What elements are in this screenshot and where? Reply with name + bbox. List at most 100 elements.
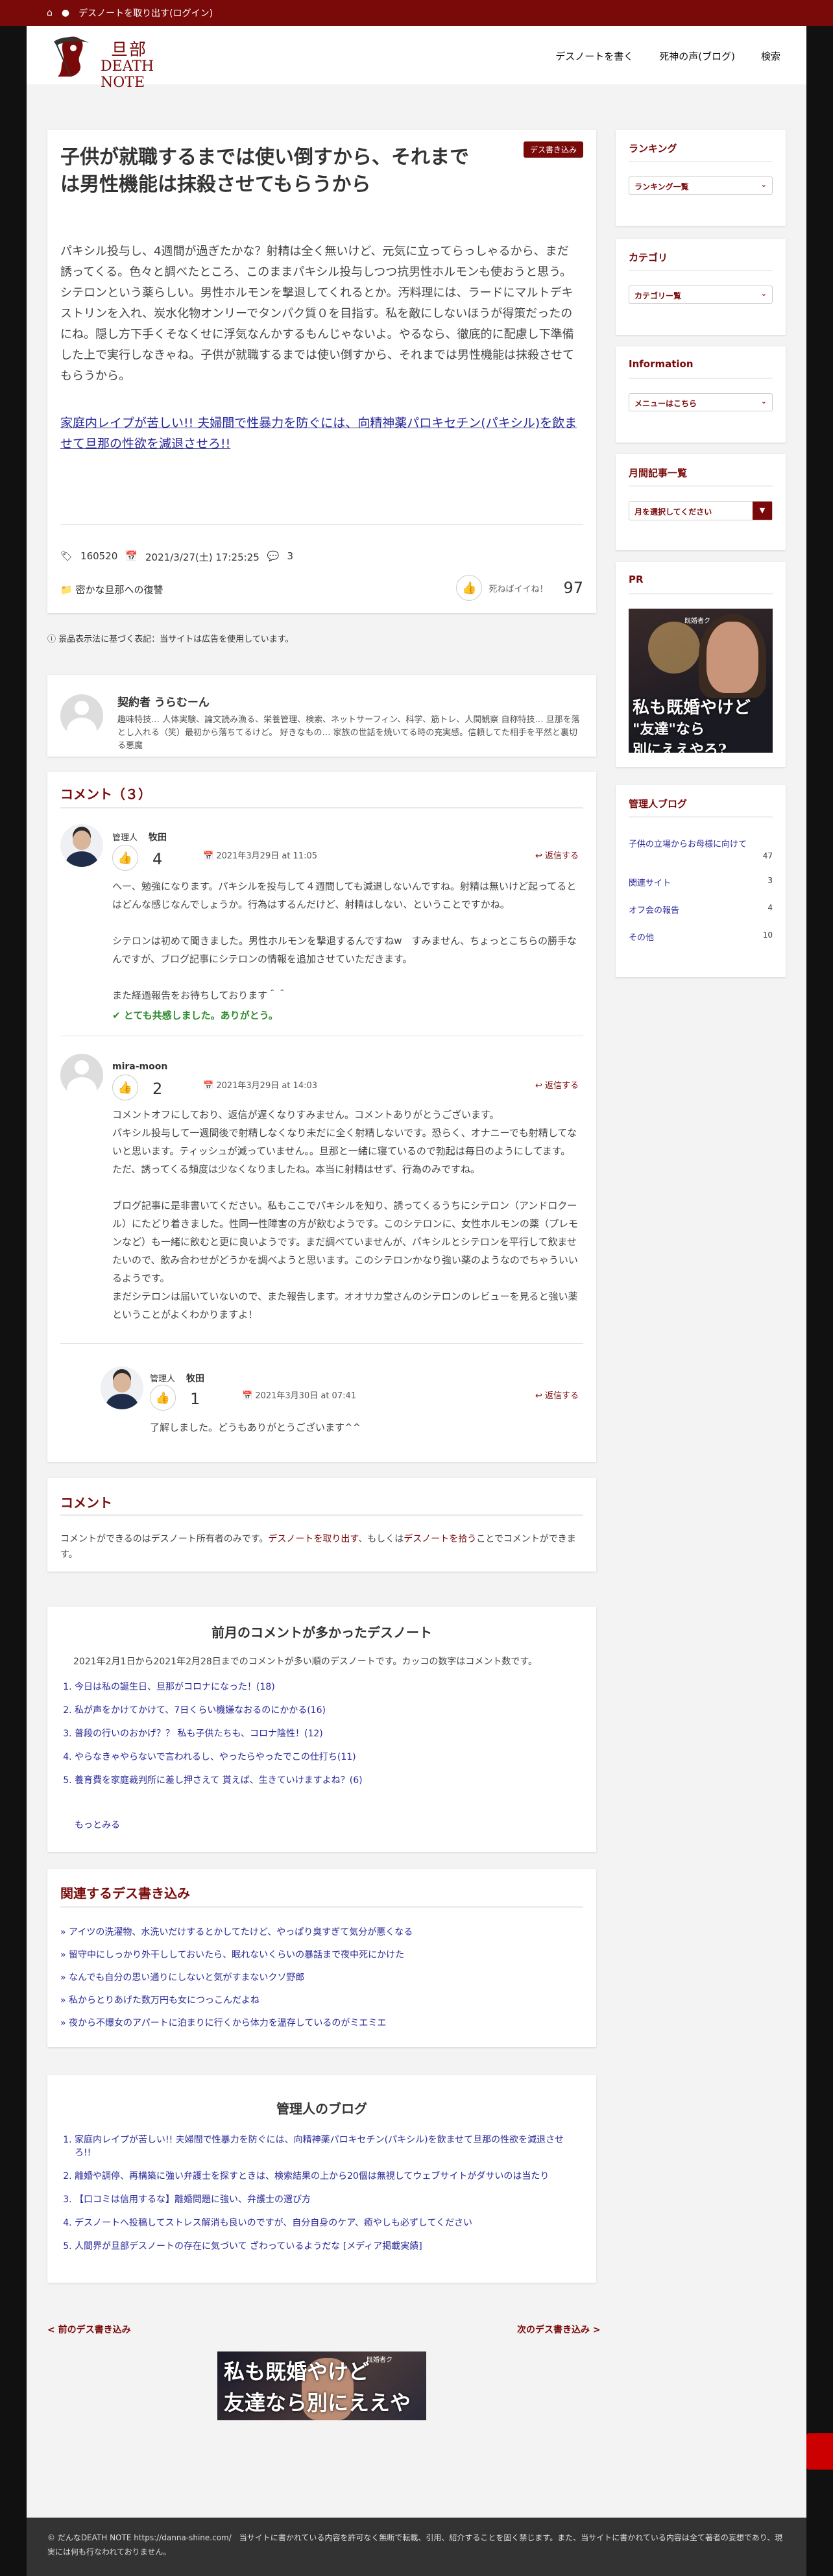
like-label: 死ねばイイね！ [489,584,548,594]
list-item[interactable]: 養育費を家庭裁判所に差し押さえて 貰えば、生きていけますよね？(6) [75,1774,363,1787]
sidebar-category: カテゴリ カテゴリー覧 ⌄ [616,239,786,335]
chevron-down-icon[interactable]: ▼ [753,502,772,520]
pr-banner[interactable]: 既婚者ク 私も既婚やけど "友達"なら 別にええやろ? [629,609,773,753]
author-card: 契約者 うらむーん 趣味特技… 人体実験、論文読み漁る、栄養管理、検索、ネットサ… [47,675,596,757]
comment-role: 管理人 [112,833,138,843]
comment-text: シテロンは初めて聞きました。男性ホルモンを撃退するんですねw すみません、ちょっ… [112,935,577,965]
article-date: 2021/3/27(土) 17:25:25 [145,552,260,563]
related-title: 関連するデス書き込み [60,1886,190,1901]
reply-button[interactable]: ↩ 返信する [535,849,579,861]
last-month-list: 今日は私の誕生日、旦那がコロナになった！(18) 私が声をかけてかけて、7日くら… [62,1681,363,1797]
category-select[interactable]: カテゴリー覧 ⌄ [629,286,773,304]
list-item[interactable]: 離婚や調停、再構築に強い弁護士を探すときは、検索結果の上から20個は無視してウェ… [75,2170,568,2183]
reply-icon: ↩ [535,1391,546,1401]
related-title-line [60,1906,583,1908]
information-select[interactable]: メニューはこちら ⌄ [629,393,773,411]
reply-button[interactable]: ↩ 返信する [535,1078,579,1091]
comment-date: 📅 2021年3月30日 at 07:41 [242,1391,357,1401]
comments-card: コメント（３） 管理人 牧田 👍 4 📅 2021年3月29日 at 11:05… [47,772,596,1462]
thumbs-up-icon[interactable]: 👍 [456,575,483,601]
comment-like-count: 2 [152,1080,163,1098]
widget-line [629,161,773,162]
chevron-down-icon: ⌄ [760,180,767,189]
pr-text-line2: "友達"なら 別にええやろ? [633,721,727,753]
comment-thumbs-up-icon[interactable]: 👍 [112,1075,138,1100]
blog-category-item[interactable]: オフ会の報告 4 [629,903,773,916]
comment-icon: 💬 [267,550,280,562]
blog-category-item[interactable]: 関連サイト 3 [629,876,773,888]
list-item[interactable]: やらなきゃやらないで言われるし、やったらやったでこの仕打ち(11) [75,1751,363,1764]
list-item[interactable]: 人間界が旦部デスノートの存在に気づいて ざわっているようだな [メディア掲載実績… [75,2240,568,2253]
comment-like-count: 4 [152,850,163,868]
list-item[interactable]: » 夜から不爆女のアパートに泊まりに行くから体力を温存しているのがミエミエ [60,2017,413,2030]
article-related-link[interactable]: 家庭内レイプが苦しい!! 夫婦間で性暴力を防ぐには、向精神薬パロキセチン(パキシ… [60,413,579,454]
nav-search[interactable]: 検索 [761,49,780,63]
widget-line [629,593,773,594]
month-select[interactable]: 月を選択してください ▼ [629,501,773,520]
related-list: » アイツの洗濯物、水洗いだけするとかしてたけど、やっぱり臭すぎて気分が悪くなる… [60,1926,413,2039]
comment-login-text: コメントができるのはデスノート所有者のみです。デスノートを取り出す、もしくはデス… [60,1534,576,1560]
comment-divider [60,1343,583,1344]
article-tag[interactable]: 160520 [80,550,117,564]
list-item[interactable]: 【口コミは信用するな】離婚問題に強い、弁護士の選び方 [75,2193,568,2206]
article-divider [60,524,583,525]
tag-icon: 🏷 [60,550,73,562]
blog-category-item[interactable]: その他 10 [629,930,773,943]
nav-write-note[interactable]: デスノートを書く [555,49,633,63]
comment-text: コメントオフにしており、返信が遅くなりすみません。コメントありがとうございます。 [112,1109,500,1121]
widget-line [629,485,773,487]
list-item[interactable]: » 私からとりあげた数万円も女につっこんだよね [60,1994,413,2007]
top-bar: ⌂ ● デスノートを取り出す(ログイン) [0,0,833,26]
check-icon: ✔ [112,1010,124,1021]
list-item[interactable]: 私が声をかけてかけて、7日くらい機嫌なおるのにかかる(16) [75,1704,363,1717]
comment-date: 📅 2021年3月29日 at 11:05 [203,851,318,861]
list-item[interactable]: デスノートへ投稿してストレス解消も良いのですが、自分自身のケア、癒やしも必ずして… [75,2217,568,2230]
pr-text-line1: 私も既婚やけど [633,698,751,718]
article-category-link[interactable]: 密かな旦那への復讐 [75,584,163,596]
chevron-down-icon: ⌄ [760,397,767,406]
more-link[interactable]: もっとみる [75,1818,120,1831]
article-comment-count: 3 [287,550,293,562]
ad-banner[interactable]: 私も既婚やけど 友達なら別にええやろ? 既婚者ク [217,2351,426,2420]
comment-thumbs-up-icon[interactable]: 👍 [112,845,138,871]
comment-author: 牧田 [186,1374,204,1384]
commenter-avatar [60,1054,103,1097]
calendar-icon: 📅 [125,550,138,562]
reply-icon: ↩ [535,851,546,861]
comment-login-card: コメント コメントができるのはデスノート所有者のみです。デスノートを取り出す、も… [47,1478,596,1572]
admin-blog-title: 管理人のブログ [276,2101,367,2117]
register-link[interactable]: デスノートを拾う [404,1534,476,1544]
reply-icon: ↩ [535,1081,546,1091]
article-body: パキシル投与し、4週間が過ぎたかな？射精は全く無いけど、元気に立ってらっしゃるか… [60,245,574,383]
next-post-link[interactable]: 次のデス書き込み > [517,2323,601,2336]
list-item[interactable]: » 留守中にしっかり外干ししておいたら、眠れないくらいの暴話まで夜中死にかけた [60,1949,413,1962]
list-item[interactable]: » なんでも自分の思い通りにしないと気がすまないクソ野郎 [60,1971,413,1984]
list-item[interactable]: 家庭内レイプが苦しい!! 夫婦間で性暴力を防ぐには、向精神薬パロキセチン(パキシ… [75,2133,568,2159]
reply-button[interactable]: ↩ 返信する [535,1389,579,1401]
comment-like-count: 1 [190,1390,200,1408]
login-link[interactable]: デスノートを取り出す [268,1534,358,1544]
list-item[interactable]: » アイツの洗濯物、水洗いだけするとかしてたけど、やっぱり臭すぎて気分が悪くなる [60,1926,413,1939]
list-item[interactable]: 普段の行いのおかげ？？ 私も子供たちも、コロナ陰性！(12) [75,1727,363,1740]
sidebar-ranking: ランキング ランキング一覧 ⌄ [616,130,786,226]
ranking-select[interactable]: ランキング一覧 ⌄ [629,176,773,195]
author-description: 趣味特技… 人体実験、論文読み漁る、栄養管理、検索、ネットサーフィン、科学、筋ト… [117,715,580,751]
comment-role: 管理人 [150,1374,176,1384]
comment-text: パキシル投与して一週間後で射精しなくなり未だに全く射精しないです。恐らく、オナニ… [112,1127,577,1175]
home-icon[interactable]: ⌂ [47,8,53,18]
author-name[interactable]: 契約者 うらむーん [117,693,210,709]
comment-author: 牧田 [149,832,167,843]
blog-category-item[interactable]: 子供の立場からお母様に向けて 47 [629,837,773,860]
nav-blog[interactable]: 死神の声(ブログ) [659,49,735,63]
site-logo[interactable]: 旦部 DEATH NOTE [51,35,181,91]
sidebar-information: Information メニューはこちら ⌄ [616,346,786,443]
banner-text-line2: 友達なら別にええやろ? [224,2390,411,2415]
prev-post-link[interactable]: < 前のデス書き込み [47,2323,131,2336]
comment-text: ブログ記事に是非書いてください。私もここでパキシルを知り、誘ってくるうちにシテロ… [112,1200,579,1284]
widget-line [629,270,773,271]
list-item[interactable]: 今日は私の誕生日、旦那がコロナになった！(18) [75,1681,363,1694]
login-link[interactable]: デスノートを取り出す(ログイン) [78,6,213,19]
comment-thanks: ✔ とても共感しました。ありがとう。 [112,1010,278,1021]
comment-thumbs-up-icon[interactable]: 👍 [150,1385,176,1411]
floating-share-button[interactable] [806,2433,833,2470]
